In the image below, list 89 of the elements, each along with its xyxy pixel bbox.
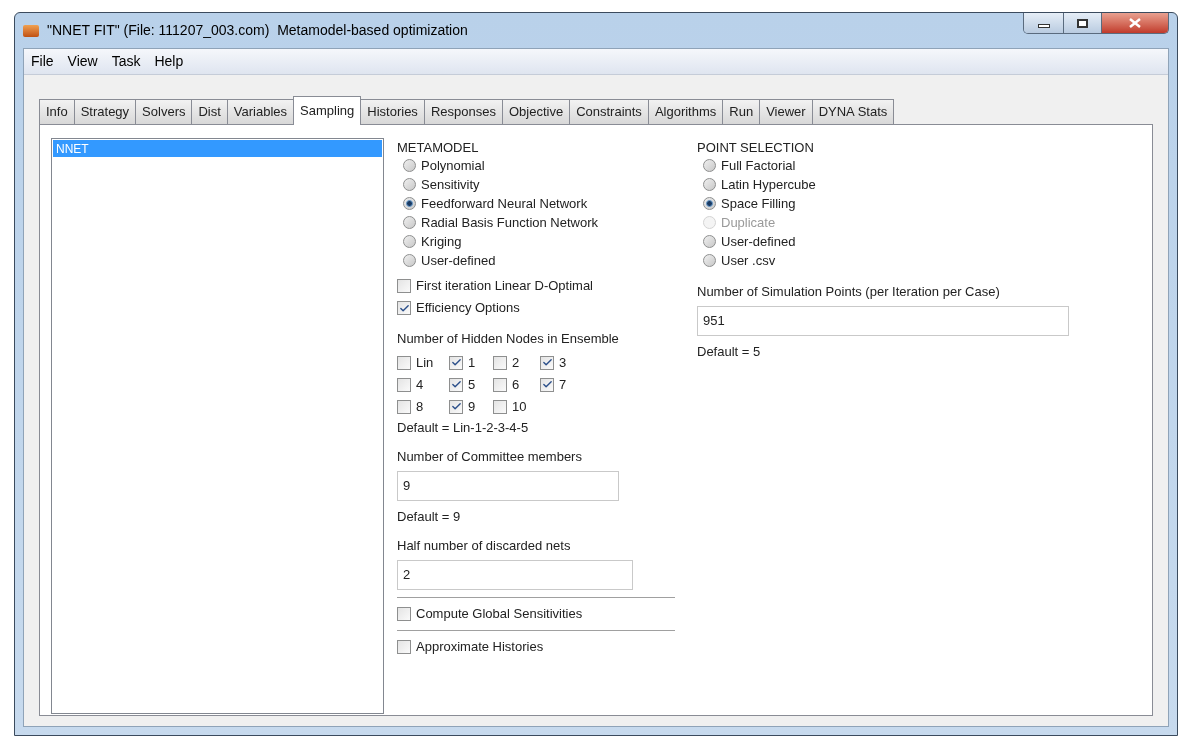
tab[interactable]: Sampling	[293, 96, 362, 125]
checkbox[interactable]	[449, 355, 463, 370]
tab[interactable]: Run	[722, 99, 761, 125]
checkbox-label: 5	[468, 375, 476, 394]
checkbox[interactable]	[397, 355, 411, 370]
radio-button[interactable]	[403, 235, 416, 248]
tab[interactable]: DYNA Stats	[811, 99, 895, 125]
tab[interactable]: Responses	[423, 99, 503, 125]
checkbox-label: 4	[416, 375, 424, 394]
hint-text: Default = Lin-1-2-3-4-5	[397, 418, 530, 437]
checkbox-label: Efficiency Options	[416, 299, 520, 318]
checkbox-label: 6	[512, 375, 520, 394]
field-label: Half number of discarded nets	[397, 537, 572, 555]
section-heading: METAMODEL	[397, 139, 480, 156]
tab[interactable]: Solvers	[135, 99, 193, 125]
tab[interactable]: Viewer	[759, 99, 813, 125]
checkbox-label: Compute Global Sensitivities	[416, 604, 583, 623]
radio-button[interactable]	[403, 216, 416, 229]
checkbox[interactable]	[449, 377, 463, 392]
field-label: Number of Hidden Nodes in Ensemble	[397, 330, 620, 348]
radio-button[interactable]	[403, 159, 416, 172]
radio-button[interactable]	[703, 197, 716, 210]
radio-label: Full Factorial	[721, 156, 796, 175]
checkbox[interactable]	[540, 355, 554, 370]
checkbox[interactable]	[397, 377, 411, 392]
minimize-button[interactable]	[1024, 13, 1064, 33]
checkbox[interactable]	[397, 606, 411, 621]
radio-label: Polynomial	[421, 156, 485, 175]
checkbox-label: 9	[468, 397, 476, 416]
checkbox-label: 2	[512, 353, 520, 372]
field-label: Number of Simulation Points (per Iteration per Case)	[697, 283, 1001, 301]
tab[interactable]: Strategy	[73, 99, 137, 125]
radio-label: Feedforward Neural Network	[421, 194, 588, 213]
radio-label: Space Filling	[721, 194, 796, 213]
checkbox-label: 3	[559, 353, 567, 372]
checkbox[interactable]	[397, 399, 411, 414]
menu-item[interactable]: File	[26, 51, 59, 72]
radio-label: Latin Hypercube	[721, 175, 816, 194]
radio-label: Radial Basis Function Network	[421, 213, 599, 232]
radio-button[interactable]	[703, 235, 716, 248]
checkbox-label: 8	[416, 397, 424, 416]
tab[interactable]: Constraints	[569, 99, 649, 125]
checkbox[interactable]	[449, 399, 463, 414]
checkbox-label: Lin	[416, 353, 434, 372]
checkbox[interactable]	[493, 377, 507, 392]
radio-label: User-defined	[721, 232, 796, 251]
checkbox-label: First iteration Linear D-Optimal	[416, 277, 593, 296]
radio-label: User .csv	[721, 251, 776, 270]
checkbox-label: 10	[512, 397, 527, 416]
checkbox[interactable]	[397, 301, 411, 315]
radio-label: Kriging	[421, 232, 462, 251]
menu-item[interactable]: View	[62, 51, 103, 72]
checkbox-label: 7	[559, 375, 567, 394]
hint-text: Default = 9	[397, 507, 462, 526]
close-button[interactable]	[1102, 13, 1168, 33]
radio-label: User-defined	[421, 251, 496, 270]
menu-item[interactable]: Help	[149, 51, 189, 72]
radio-button[interactable]	[703, 178, 716, 191]
close-icon	[1129, 18, 1141, 28]
window-title: "NNET FIT" (File: 111207_003.com) Metamodel-based optimization	[47, 21, 468, 40]
radio-button[interactable]	[703, 159, 716, 172]
checkbox-label: 1	[468, 353, 476, 372]
checkbox[interactable]	[397, 279, 411, 293]
tab[interactable]: Histories	[360, 99, 425, 125]
checkbox[interactable]	[540, 377, 554, 392]
hint-text: Default = 5	[697, 342, 762, 361]
tab[interactable]: Variables	[226, 99, 295, 125]
radio-label: Sensitivity	[421, 175, 480, 194]
app-logo-icon	[23, 24, 39, 37]
checkbox[interactable]	[493, 355, 507, 370]
radio-button[interactable]	[703, 254, 716, 267]
radio-button[interactable]	[403, 178, 416, 191]
discarded-field[interactable]: 2	[397, 559, 633, 590]
section-heading: POINT SELECTION	[697, 139, 815, 156]
simulation-points-field[interactable]: 951	[697, 305, 1069, 336]
tab[interactable]: Info	[39, 99, 75, 125]
field-label: Number of Committee members	[397, 448, 583, 466]
committee-field[interactable]: 9	[397, 470, 619, 501]
checkbox[interactable]	[397, 639, 411, 654]
tab[interactable]: Algorithms	[647, 99, 724, 125]
checkbox-label: Approximate Histories	[416, 637, 544, 656]
menu-item[interactable]: Task	[106, 51, 146, 72]
checkbox[interactable]	[493, 399, 507, 414]
tab[interactable]: Dist	[191, 99, 228, 125]
tab[interactable]: Objective	[501, 99, 571, 125]
radio-label: Duplicate	[721, 213, 776, 232]
radio-button[interactable]	[403, 254, 416, 267]
radio-button[interactable]	[403, 197, 416, 210]
maximize-button[interactable]	[1064, 13, 1102, 33]
